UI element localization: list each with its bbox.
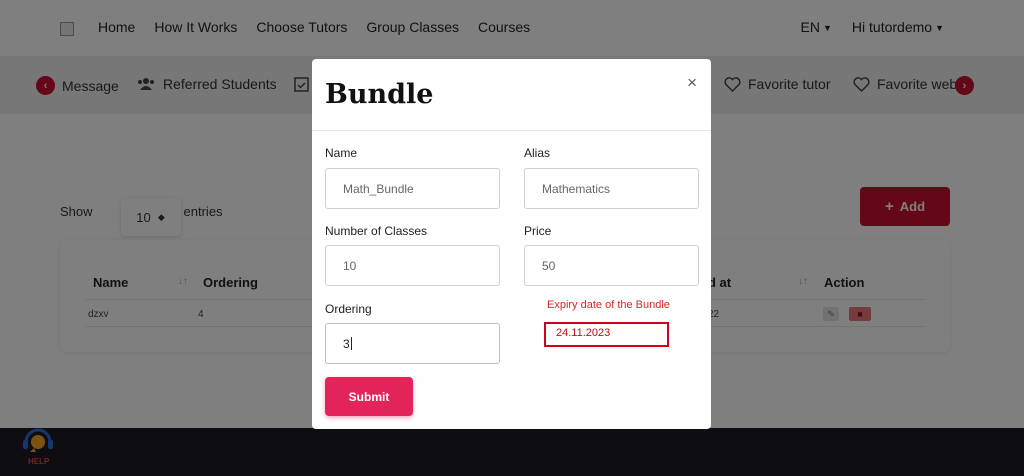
ordering-input[interactable]: 3 — [325, 323, 500, 364]
text-cursor — [350, 337, 352, 350]
name-label: Name — [325, 146, 358, 160]
classes-value: 10 — [343, 258, 357, 273]
bundle-modal: Bundle × Name Math_Bundle Alias Mathemat… — [312, 59, 711, 429]
modal-title: Bundle — [325, 79, 434, 110]
name-value: Math_Bundle — [343, 181, 414, 196]
alias-value: Mathematics — [542, 181, 611, 196]
price-input[interactable]: 50 — [524, 245, 699, 286]
classes-label: Number of Classes — [325, 224, 428, 238]
classes-input[interactable]: 10 — [325, 245, 500, 286]
submit-button[interactable]: Submit — [325, 377, 413, 416]
alias-label: Alias — [524, 146, 551, 160]
expiry-label: Expiry date of the Bundle — [547, 299, 670, 311]
price-value: 50 — [542, 258, 556, 273]
alias-input[interactable]: Mathematics — [524, 168, 699, 209]
expiry-value: 24.11.2023 — [556, 327, 611, 339]
modal-divider — [312, 130, 711, 131]
name-input[interactable]: Math_Bundle — [325, 168, 500, 209]
price-label: Price — [524, 224, 552, 238]
expiry-date-field[interactable]: 24.11.2023 — [544, 322, 669, 347]
ordering-label: Ordering — [325, 302, 372, 316]
ordering-value: 3 — [343, 336, 350, 351]
close-icon[interactable]: × — [687, 73, 697, 93]
